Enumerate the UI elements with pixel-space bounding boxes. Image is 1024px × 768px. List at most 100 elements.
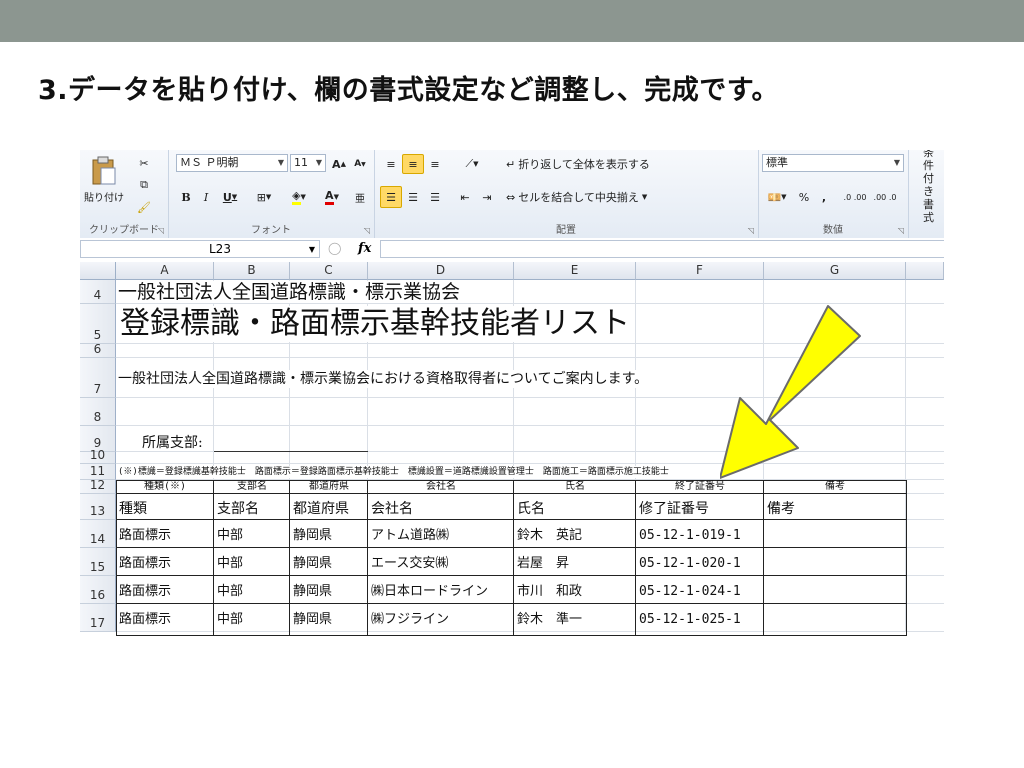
row-header-5[interactable]: 5 xyxy=(80,304,116,344)
align-right-button[interactable]: ☰ xyxy=(424,186,446,208)
clipboard-group: 貼り付け ✂ ⧉ 🖌 クリップボード ◹ xyxy=(80,150,169,238)
column-header-a[interactable]: A xyxy=(116,262,214,280)
table-cell[interactable]: 鈴木 準一 xyxy=(514,611,636,629)
column-header-b[interactable]: B xyxy=(214,262,290,280)
font-launcher-icon[interactable]: ◹ xyxy=(364,226,370,235)
row-header-15[interactable]: 15 xyxy=(80,548,116,576)
font-color-button[interactable]: A ▼ xyxy=(316,186,348,208)
table-cell[interactable]: 中部 xyxy=(214,583,290,601)
number-group: 標準 ▼ 💴 ▼ % , .0 .00 .00 .0 数値 ◹ xyxy=(758,150,909,238)
table-cell[interactable]: 中部 xyxy=(214,611,290,629)
number-format-combo[interactable]: 標準 ▼ xyxy=(762,154,904,172)
column-header-h[interactable] xyxy=(906,262,944,280)
table-cell[interactable]: 路面標示 xyxy=(116,555,214,573)
phonetic-button[interactable]: 亜 xyxy=(348,186,372,208)
table-header-cell: 備考 xyxy=(767,501,795,517)
merge-center-button[interactable]: ⇔ セルを結合して中央揃え ▼ xyxy=(502,186,651,208)
cancel-entry-icon[interactable]: ◯ xyxy=(328,241,341,255)
align-center-button[interactable]: ☰ xyxy=(402,186,424,208)
row-header-4[interactable]: 4 xyxy=(80,280,116,304)
table-cell[interactable]: 静岡県 xyxy=(290,527,368,545)
row-header-17[interactable]: 17 xyxy=(80,604,116,632)
table-cell[interactable]: 静岡県 xyxy=(290,555,368,573)
currency-button[interactable]: 💴 ▼ xyxy=(762,186,792,208)
decrease-decimal-button[interactable]: .00 .0 xyxy=(870,186,900,208)
fill-color-button[interactable]: ◈ ▼ xyxy=(282,186,316,208)
column-header-g[interactable]: G xyxy=(764,262,906,280)
column-header-e[interactable]: E xyxy=(514,262,636,280)
table-cell[interactable]: 路面標示 xyxy=(116,583,214,601)
align-bottom-button[interactable]: ≡ xyxy=(424,154,446,174)
table-cell[interactable]: 05-12-1-025-1 xyxy=(636,611,764,629)
underline-button[interactable]: U ▼ xyxy=(216,186,244,208)
branch-input[interactable] xyxy=(214,426,368,451)
align-middle-button[interactable]: ≡ xyxy=(402,154,424,174)
table-cell[interactable]: 路面標示 xyxy=(116,527,214,545)
row-header-10[interactable]: 10 xyxy=(80,448,116,464)
percent-button[interactable]: % xyxy=(794,186,814,208)
table-cell[interactable]: 05-12-1-024-1 xyxy=(636,583,764,601)
font-group-label: フォント xyxy=(251,225,291,236)
clipboard-group-label: クリップボード xyxy=(89,225,159,236)
orientation-button[interactable]: ⟋ ▼ xyxy=(454,154,490,174)
table-header-cell: 種類 xyxy=(119,501,147,517)
cut-button[interactable]: ✂ xyxy=(132,152,156,174)
small-header-cell: 会社名 xyxy=(426,481,456,492)
table-cell[interactable]: ㈱フジライン xyxy=(368,611,514,629)
table-cell[interactable]: 中部 xyxy=(214,527,290,545)
align-center-icon: ☰ xyxy=(408,190,418,204)
font-size-combo[interactable]: 11 ▼ xyxy=(290,154,326,172)
formula-input[interactable] xyxy=(380,240,944,258)
clipboard-launcher-icon[interactable]: ◹ xyxy=(158,226,164,235)
row-header-7[interactable]: 7 xyxy=(80,358,116,398)
shrink-font-button[interactable]: A ▼ xyxy=(350,154,370,174)
name-box[interactable]: L23 ▼ xyxy=(80,240,320,258)
table-cell[interactable]: 鈴木 英記 xyxy=(514,527,636,545)
format-painter-button[interactable]: 🖌 xyxy=(132,196,156,218)
table-header-cell: 修了証番号 xyxy=(639,501,709,517)
align-top-button[interactable]: ≡ xyxy=(380,154,402,174)
orientation-icon: ⟋ xyxy=(465,157,474,170)
table-cell[interactable]: 中部 xyxy=(214,555,290,573)
column-header-f[interactable]: F xyxy=(636,262,764,280)
font-name-combo[interactable]: ＭＳ Ｐ明朝 ▼ xyxy=(176,154,288,172)
bold-button[interactable]: B xyxy=(176,186,196,208)
row-header-16[interactable]: 16 xyxy=(80,576,116,604)
table-cell[interactable]: エース交安㈱ xyxy=(368,555,514,573)
decrease-indent-button[interactable]: ⇤ xyxy=(454,186,476,208)
excel-screenshot: 貼り付け ✂ ⧉ 🖌 クリップボード ◹ ＭＳ Ｐ明朝 ▼ 11 ▼ A ▲ A ▼ B… xyxy=(80,150,944,694)
fx-icon[interactable]: fx xyxy=(358,241,371,256)
table-cell[interactable]: 05-12-1-020-1 xyxy=(636,555,764,573)
table-cell[interactable]: アトム道路㈱ xyxy=(368,527,514,545)
copy-button[interactable]: ⧉ xyxy=(132,174,156,196)
increase-indent-button[interactable]: ⇥ xyxy=(476,186,498,208)
row-header-13[interactable]: 13 xyxy=(80,494,116,520)
table-cell[interactable]: ㈱日本ロードライン xyxy=(368,583,514,601)
comma-button[interactable]: , xyxy=(814,186,834,208)
row-header-8[interactable]: 8 xyxy=(80,398,116,426)
table-cell[interactable]: 路面標示 xyxy=(116,611,214,629)
row-header-12[interactable]: 12 xyxy=(80,478,116,494)
row-header-6[interactable]: 6 xyxy=(80,342,116,358)
paste-button[interactable]: 貼り付け xyxy=(84,154,124,206)
number-launcher-icon[interactable]: ◹ xyxy=(898,226,904,235)
row-header-14[interactable]: 14 xyxy=(80,520,116,548)
conditional-format-button[interactable]: 条件付き書式 xyxy=(916,150,944,224)
table-cell[interactable]: 岩屋 昇 xyxy=(514,555,636,573)
table-cell[interactable]: 05-12-1-019-1 xyxy=(636,527,764,545)
italic-button[interactable]: I xyxy=(196,186,216,208)
number-group-label: 数値 xyxy=(823,225,843,236)
table-cell[interactable]: 静岡県 xyxy=(290,583,368,601)
table-cell[interactable]: 市川 和政 xyxy=(514,583,636,601)
table-cell[interactable]: 静岡県 xyxy=(290,611,368,629)
increase-decimal-button[interactable]: .0 .00 xyxy=(840,186,870,208)
column-header-c[interactable]: C xyxy=(290,262,368,280)
alignment-launcher-icon[interactable]: ◹ xyxy=(748,226,754,235)
column-header-d[interactable]: D xyxy=(368,262,514,280)
grow-font-button[interactable]: A ▲ xyxy=(329,154,349,174)
select-all-corner[interactable] xyxy=(80,262,116,280)
border-button[interactable]: ⊞ ▼ xyxy=(248,186,280,208)
branch-label-cell: 所属支部: xyxy=(142,435,203,451)
wrap-text-button[interactable]: ↵ 折り返して全体を表示する xyxy=(502,154,654,174)
align-left-button[interactable]: ☰ xyxy=(380,186,402,208)
